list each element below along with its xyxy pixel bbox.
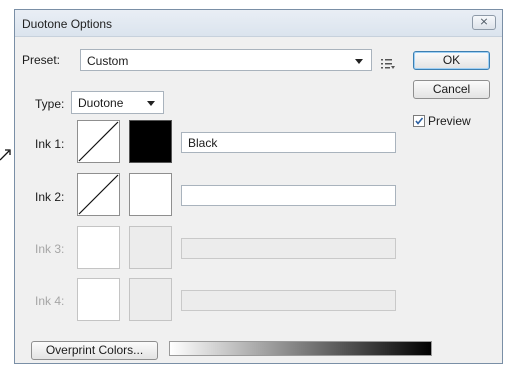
curve-icon [78,174,119,215]
ink-1-label: Ink 1: [35,137,65,151]
type-select[interactable]: Duotone [71,91,164,114]
type-label: Type: [35,97,65,111]
preset-select[interactable]: Custom [80,49,372,71]
ink-3-label: Ink 3: [35,242,65,256]
chevron-down-icon [147,101,155,106]
ink-1-curve-button[interactable] [77,120,120,163]
ink-1-name-field[interactable]: Black [181,132,396,153]
ink-3-curve-button [77,226,120,269]
checkmark-icon [415,117,424,125]
preview-label: Preview [428,114,471,128]
ink-1-name: Black [188,136,218,150]
ink-4-name-field [181,290,396,311]
dialog-title: Duotone Options [22,17,113,31]
cursor-arrow-fragment-icon [0,149,11,161]
preset-options-menu-icon[interactable] [381,58,395,70]
ink-1-color-swatch[interactable] [129,120,172,163]
ink-4-label: Ink 4: [35,294,65,308]
overprint-colors-button[interactable]: Overprint Colors... [31,341,158,360]
ink-2-label: Ink 2: [35,190,65,204]
ink-3-name-field [181,238,396,259]
duotone-options-dialog: Duotone Options ⨯ Preset: Custom OK Canc… [14,9,503,364]
duotone-gradient-preview [169,341,432,356]
preset-value: Custom [87,54,129,68]
title-bar: Duotone Options ⨯ [15,10,502,37]
ink-4-color-swatch [129,278,172,321]
close-button[interactable]: ⨯ [472,15,496,30]
cancel-button[interactable]: Cancel [413,80,490,99]
type-value: Duotone [78,96,124,110]
chevron-down-icon [355,59,363,64]
preview-checkbox[interactable] [413,115,425,127]
curve-icon [78,121,119,162]
ink-3-color-swatch [129,226,172,269]
ink-2-name-field[interactable] [181,185,396,206]
ink-2-color-swatch[interactable] [129,173,172,216]
ok-button[interactable]: OK [413,51,490,70]
ink-2-curve-button[interactable] [77,173,120,216]
ink-4-curve-button [77,278,120,321]
preset-label: Preset: [22,53,61,67]
